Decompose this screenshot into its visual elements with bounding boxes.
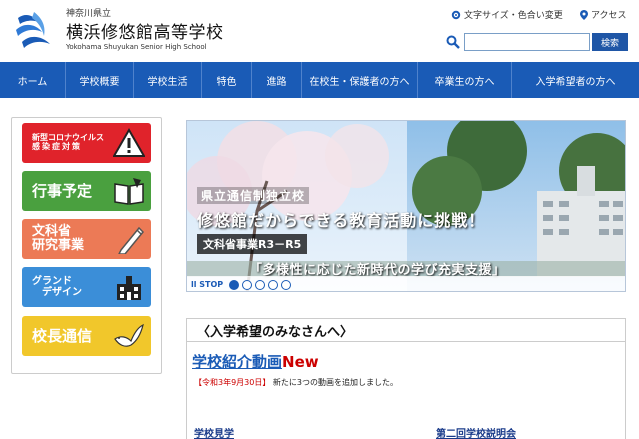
nav-item-students-parents[interactable]: 在校生・保護者の方へ [302,62,418,98]
school-building-icon [117,276,141,300]
nav-item-features[interactable]: 特色 [202,62,252,98]
applicants-section: 〈入学希望のみなさんへ〉 学校紹介動画New 【令和3年9月30日】 新たに3つ… [186,318,626,439]
access-label: アクセス [591,11,627,21]
school-video-link[interactable]: 学校紹介動画 [192,353,282,371]
mext-research-banner[interactable]: 文科省 研究事業 [22,219,151,259]
slide-dot-5[interactable] [281,279,292,290]
nav-item-home[interactable]: ホーム [0,62,66,98]
search-icon [446,35,460,49]
site-header: 神奈川県立 横浜修悠館高等学校 Yokohama Shuyukan Senior… [0,0,639,62]
slideshow-stop-button[interactable]: ll STOP [191,280,223,289]
school-name-en: Yokohama Shuyukan Senior High School [66,43,207,51]
principal-letter-label: 校長通信 [32,326,93,345]
slide-caption-1: 県立通信制独立校 [197,187,310,204]
font-color-settings-label: 文字サイズ・色合い変更 [464,11,563,21]
second-info-session-link[interactable]: 第二回学校説明会 [436,425,516,439]
slide-dot-2[interactable] [242,279,253,290]
covid-measures-banner[interactable]: 新型コロナウイルス 感染症対策 [22,123,151,163]
map-pin-icon [580,9,588,20]
grand-design-line2: デザイン [42,287,82,298]
principal-letter-banner[interactable]: 校長通信 [22,316,151,356]
news-date: 【令和3年9月30日】 [194,378,271,387]
nav-item-career[interactable]: 進路 [252,62,302,98]
mext-banner-line1: 文科省 [32,223,72,239]
nav-item-graduates[interactable]: 卒業生の方へ [418,62,512,98]
covid-banner-line2: 感染症対策 [32,142,82,151]
access-link[interactable]: アクセス [580,8,627,21]
grand-design-banner[interactable]: グランド デザイン [22,267,151,307]
slide-caption-2: 修悠館だからできる教育活動に挑戦！ [197,211,486,230]
news-item: 【令和3年9月30日】 新たに3つの動画を追加しました。 [194,377,398,388]
event-schedule-banner[interactable]: 行事予定 [22,171,151,211]
book-icon [114,178,144,205]
pencil-icon [118,226,145,254]
video-heading: 学校紹介動画New [192,351,319,372]
warning-icon [113,128,145,157]
slideshow-controls: ll STOP [187,276,625,291]
event-schedule-label: 行事予定 [32,181,93,200]
hero-slideshow[interactable]: 県立通信制独立校 修悠館だからできる教育活動に挑戦！ 文科省事業R3－R5 「多… [186,120,626,292]
slide-dot-4[interactable] [268,279,279,290]
search-input[interactable] [464,33,590,51]
slide-caption-3: 文科省事業R3－R5 [197,234,308,254]
slide-dot-3[interactable] [255,279,266,290]
news-text: 新たに3つの動画を追加しました。 [272,378,398,387]
sidebar-banners: 新型コロナウイルス 感染症対策 行事予定 文科省 研究事業 グランド デザイン [11,117,162,374]
new-badge: New [282,353,319,371]
nav-item-school-life[interactable]: 学校生活 [134,62,202,98]
nav-item-applicants[interactable]: 入学希望者の方へ [512,62,639,98]
slide-dot-1[interactable] [229,279,240,290]
global-nav: ホーム 学校概要 学校生活 特色 進路 在校生・保護者の方へ 卒業生の方へ 入学… [0,62,639,98]
search-area: 検索 [446,33,628,51]
nav-item-school-overview[interactable]: 学校概要 [66,62,134,98]
dove-icon [114,323,144,347]
grand-design-line1: グランド [32,276,72,287]
gear-icon [451,10,461,19]
font-color-settings-link[interactable]: 文字サイズ・色合い変更 [451,8,563,21]
mext-banner-line2: 研究事業 [32,238,85,253]
section-title: 〈入学希望のみなさんへ〉 [187,319,625,342]
search-button[interactable]: 検索 [592,33,628,51]
school-logo-icon[interactable] [12,8,56,52]
school-name[interactable]: 横浜修悠館高等学校 [66,18,224,43]
school-visit-link[interactable]: 学校見学 [194,425,234,439]
